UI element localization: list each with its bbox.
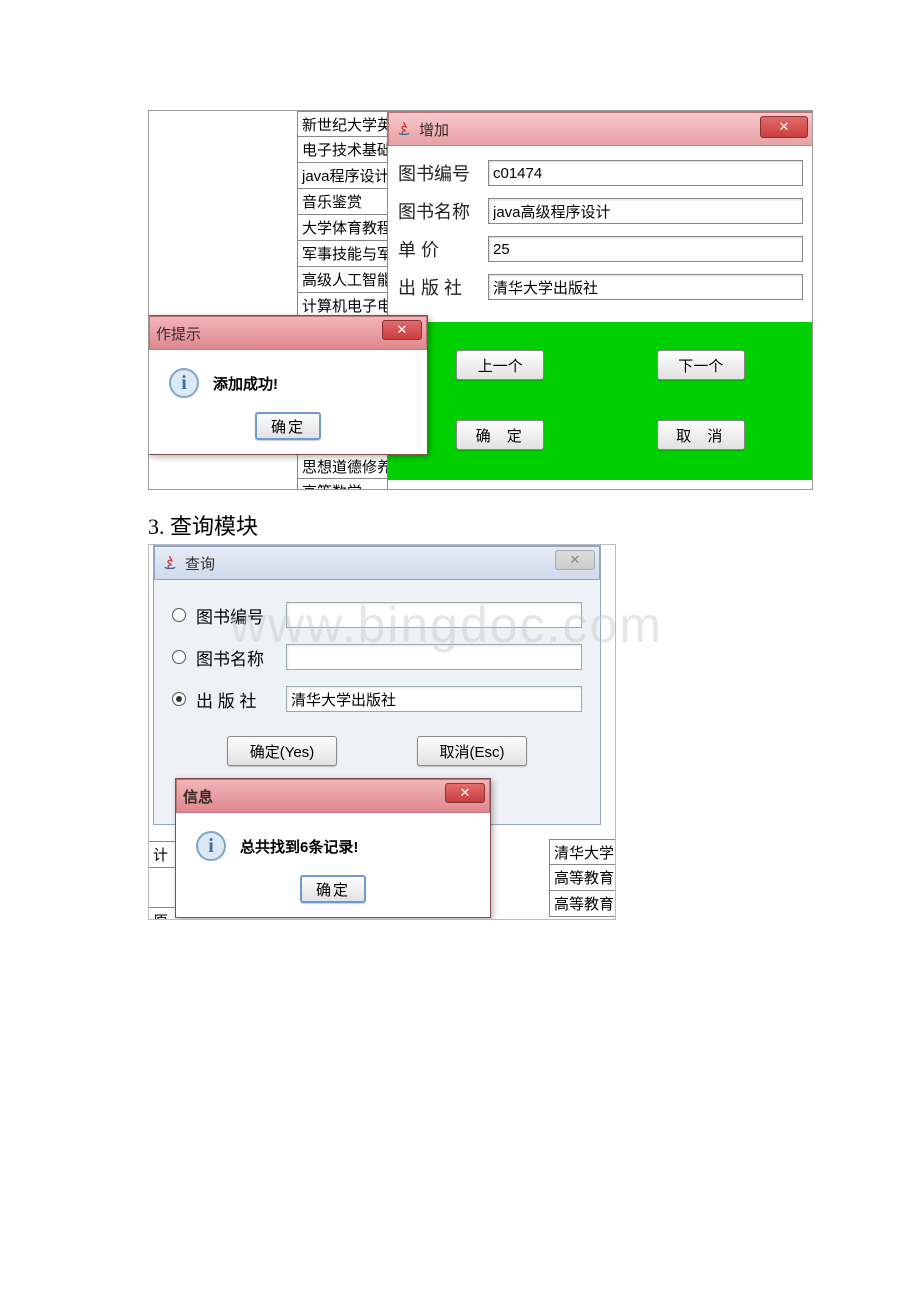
close-button[interactable]: ✕	[760, 116, 808, 138]
query-publisher-input[interactable]	[286, 686, 582, 712]
cancel-button[interactable]: 取 消	[657, 420, 745, 450]
cell: 计	[149, 841, 177, 867]
java-icon	[395, 120, 413, 138]
book-id-input[interactable]	[488, 160, 803, 186]
close-button[interactable]: ✕	[555, 550, 595, 570]
close-icon: ✕	[397, 322, 408, 338]
add-title: 增加	[419, 119, 449, 140]
price-label: 单 价	[398, 236, 488, 262]
cell: 清华大学	[549, 839, 616, 865]
add-window: 增加 ✕ 图书编号 图书名称 单 价 出 版 社 上一个	[387, 111, 813, 490]
result-left-column: 计 原理	[149, 841, 177, 920]
ok-button[interactable]: 确 定	[456, 420, 544, 450]
info-titlebar[interactable]: 信息 ✕	[176, 779, 490, 813]
book-name-input[interactable]	[488, 198, 803, 224]
prompt-titlebar[interactable]: 作提示 ✕	[149, 316, 427, 350]
radio-book-name[interactable]	[172, 650, 186, 664]
add-titlebar[interactable]: 增加 ✕	[388, 112, 813, 146]
query-book-id-input[interactable]	[286, 602, 582, 628]
radio-dot	[176, 696, 182, 702]
info-ok-button[interactable]: 确定	[300, 875, 366, 903]
section-heading: 3. 查询模块	[148, 509, 258, 541]
cell	[149, 867, 177, 907]
close-button[interactable]: ✕	[445, 783, 485, 803]
radio-publisher[interactable]	[172, 692, 186, 706]
radio-book-id[interactable]	[172, 608, 186, 622]
close-icon: ✕	[460, 785, 471, 801]
close-icon: ✕	[779, 119, 790, 135]
screenshot-1: 新世纪大学英语 电子技术基础 java程序设计 音乐鉴赏 大学体育教程 军事技能…	[148, 110, 813, 490]
info-icon: i	[169, 368, 199, 398]
query-book-name-input[interactable]	[286, 644, 582, 670]
java-icon	[161, 554, 179, 572]
radio-book-name-label: 图书名称	[196, 645, 286, 670]
next-button[interactable]: 下一个	[657, 350, 745, 380]
close-icon: ✕	[570, 552, 581, 568]
prompt-dialog: 作提示 ✕ i 添加成功! 确定	[148, 315, 428, 455]
prompt-ok-button[interactable]: 确定	[255, 412, 321, 440]
cell: 高等教育	[549, 865, 616, 891]
price-input[interactable]	[488, 236, 803, 262]
prompt-message: 添加成功!	[213, 373, 278, 394]
query-body: 图书编号 图书名称 出 版 社 确定(Yes) 取消(Esc)	[154, 580, 600, 784]
result-right-column: 清华大学 高等教育 高等教育	[549, 839, 616, 917]
radio-publisher-label: 出 版 社	[196, 687, 286, 712]
publisher-label: 出 版 社	[398, 274, 488, 300]
cell: 原理	[149, 907, 177, 920]
add-form: 图书编号 图书名称 单 价 出 版 社	[388, 146, 813, 322]
screenshot-2: 查询 ✕ 图书编号 图书名称 出 版 社 确定(Yes) 取消(Esc)	[148, 544, 616, 920]
query-ok-button[interactable]: 确定(Yes)	[227, 736, 337, 766]
query-title: 查询	[185, 553, 215, 574]
book-name-label: 图书名称	[398, 198, 488, 224]
info-message: 总共找到6条记录!	[240, 836, 358, 857]
green-panel: 上一个 下一个 确 定 取 消	[388, 322, 813, 480]
info-icon: i	[196, 831, 226, 861]
radio-book-id-label: 图书编号	[196, 603, 286, 628]
info-title: 信息	[183, 786, 213, 807]
info-dialog: 信息 ✕ i 总共找到6条记录! 确定	[175, 778, 491, 918]
cell: 高等教育	[549, 891, 616, 917]
query-titlebar[interactable]: 查询 ✕	[154, 546, 600, 580]
query-cancel-button[interactable]: 取消(Esc)	[417, 736, 527, 766]
prompt-title: 作提示	[156, 323, 201, 344]
prev-button[interactable]: 上一个	[456, 350, 544, 380]
book-id-label: 图书编号	[398, 160, 488, 186]
publisher-input[interactable]	[488, 274, 803, 300]
close-button[interactable]: ✕	[382, 320, 422, 340]
